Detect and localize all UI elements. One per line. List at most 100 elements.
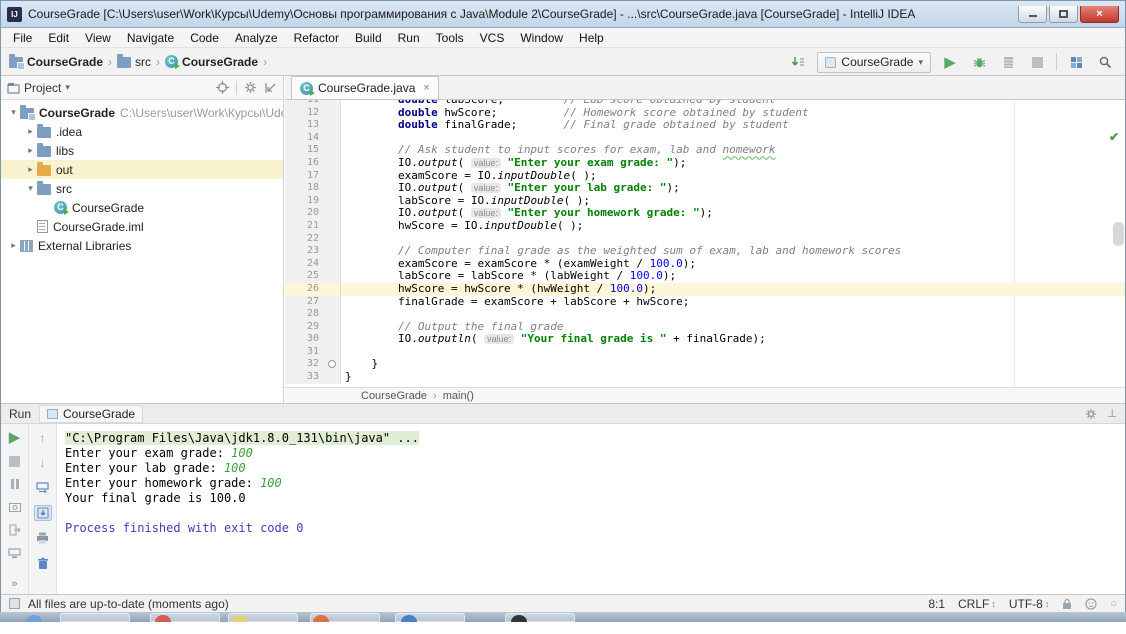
app-icon-red[interactable]: [155, 615, 171, 622]
rerun-button[interactable]: ▶: [6, 430, 24, 445]
inspections-ok-icon[interactable]: ✔: [1109, 130, 1119, 144]
menu-item-tools[interactable]: Tools: [428, 31, 472, 45]
code-token: nomework: [723, 143, 776, 156]
tree-item-src[interactable]: ▾src: [1, 179, 283, 198]
menu-item-build[interactable]: Build: [347, 31, 390, 45]
chevron-collapsed-icon[interactable]: ▸: [24, 145, 37, 156]
down-stack-trace-button[interactable]: ↓: [34, 455, 52, 471]
readonly-toggle-button[interactable]: [1062, 598, 1072, 610]
console-token: Process finished with exit code 0: [65, 521, 303, 535]
scroll-to-end-button[interactable]: [34, 505, 52, 521]
app-icon-blue[interactable]: [401, 615, 417, 622]
menu-item-navigate[interactable]: Navigate: [119, 31, 182, 45]
tree-item-coursegrade[interactable]: CourseGrade: [1, 198, 283, 217]
run-settings-button[interactable]: [1085, 408, 1097, 420]
projects-grid-button[interactable]: [1066, 52, 1086, 72]
detach-console-button[interactable]: [6, 523, 24, 537]
code-line[interactable]: 33}: [285, 371, 1125, 384]
run-configuration-select[interactable]: CourseGrade ▾: [817, 52, 931, 73]
tree-item-libs[interactable]: ▸libs: [1, 141, 283, 160]
tree-item-coursegrade[interactable]: ▾CourseGradeC:\Users\user\Work\Курсы\Ude…: [1, 103, 283, 122]
app-icon-yellow[interactable]: [232, 615, 248, 622]
debug-button[interactable]: [969, 52, 989, 72]
code-text: hwScore = IO.inputDouble( );: [341, 220, 583, 233]
locate-file-button[interactable]: [216, 81, 229, 94]
stop-button[interactable]: [1027, 52, 1047, 72]
editor-breadcrumb-item-coursegrade[interactable]: CourseGrade: [361, 390, 427, 402]
toolwindow-toggle-icon[interactable]: [9, 598, 20, 609]
caret-position-widget[interactable]: 8:1: [928, 597, 945, 611]
app-icon-black[interactable]: [511, 615, 527, 622]
menu-item-code[interactable]: Code: [182, 31, 227, 45]
chevron-expanded-icon[interactable]: ▾: [24, 183, 37, 194]
breadcrumb-item-coursegrade[interactable]: CourseGrade: [165, 55, 258, 69]
run-button[interactable]: ▶: [940, 52, 960, 72]
close-tab-icon[interactable]: ×: [423, 82, 429, 94]
line-ending-widget[interactable]: CRLF↕: [958, 597, 996, 611]
code-line[interactable]: 31: [285, 346, 1125, 359]
highlighting-level-button[interactable]: [1085, 598, 1097, 610]
menu-item-edit[interactable]: Edit: [40, 31, 77, 45]
code-line[interactable]: 27 finalGrade = examScore + labScore + h…: [285, 296, 1125, 309]
coverage-button[interactable]: [998, 52, 1018, 72]
menu-item-vcs[interactable]: VCS: [472, 31, 513, 45]
code-token: "Your final grade is ": [521, 332, 667, 345]
breadcrumb-item-src[interactable]: src: [117, 55, 151, 69]
run-tab[interactable]: CourseGrade: [39, 405, 143, 423]
code-line[interactable]: 21 hwScore = IO.inputDouble( );: [285, 220, 1125, 233]
code-line[interactable]: 13 double finalGrade; // Final grade obt…: [285, 119, 1125, 132]
pause-output-button[interactable]: [6, 477, 24, 491]
menu-item-run[interactable]: Run: [390, 31, 428, 45]
line-number: 27: [285, 296, 325, 309]
editor-scrollbar[interactable]: [1113, 222, 1124, 246]
project-settings-button[interactable]: [244, 81, 257, 94]
chevron-expanded-icon[interactable]: ▾: [7, 107, 20, 118]
app-icon-orange[interactable]: [313, 615, 329, 622]
maximize-button[interactable]: [1049, 6, 1078, 23]
tree-item-coursegrade-iml[interactable]: CourseGrade.iml: [1, 217, 283, 236]
code-line[interactable]: 32 }: [285, 358, 1125, 371]
editor-tab[interactable]: CourseGrade.java ×: [291, 76, 439, 99]
arrow-down-icon: ↓: [40, 456, 46, 470]
project-view-chevron-icon[interactable]: ▾: [65, 82, 70, 93]
chevron-collapsed-icon[interactable]: ▸: [24, 126, 37, 137]
show-console-history-button[interactable]: [6, 546, 24, 560]
tree-item-out[interactable]: ▸out: [1, 160, 283, 179]
code-line[interactable]: 30 IO.outputln( value: "Your final grade…: [285, 333, 1125, 346]
start-orb[interactable]: [26, 615, 42, 622]
taskbar-button[interactable]: [60, 613, 130, 622]
chevron-collapsed-icon[interactable]: ▸: [7, 240, 20, 251]
up-stack-trace-button[interactable]: ↑: [34, 430, 52, 446]
hide-run-panel-button[interactable]: ⊥: [1107, 407, 1117, 420]
code-token: IO.: [345, 332, 418, 345]
background-tasks-icon[interactable]: ○: [1110, 598, 1117, 610]
soft-wrap-button[interactable]: [34, 480, 52, 496]
code-text: double finalGrade; // Final grade obtain…: [341, 119, 789, 132]
print-console-button[interactable]: [34, 530, 52, 546]
chevron-collapsed-icon[interactable]: ▸: [24, 164, 37, 175]
menu-item-help[interactable]: Help: [571, 31, 612, 45]
fold-marker-icon[interactable]: [328, 360, 336, 368]
run-console[interactable]: "C:\Program Files\Java\jdk1.8.0_131\bin\…: [57, 424, 1125, 594]
menu-item-analyze[interactable]: Analyze: [227, 31, 286, 45]
show-options-button[interactable]: »: [11, 578, 17, 590]
hide-project-panel-button[interactable]: [264, 82, 277, 94]
tree-item-external-libraries[interactable]: ▸External Libraries: [1, 236, 283, 255]
breadcrumb-item-coursegrade[interactable]: CourseGrade: [9, 55, 103, 69]
search-everywhere-button[interactable]: [1095, 52, 1115, 72]
minimize-button[interactable]: [1018, 6, 1047, 23]
menu-item-window[interactable]: Window: [512, 31, 571, 45]
menu-item-refactor[interactable]: Refactor: [286, 31, 347, 45]
update-project-button[interactable]: [788, 52, 808, 72]
thread-dump-button[interactable]: [6, 500, 24, 514]
editor-breadcrumb-item-main[interactable]: main(): [443, 390, 474, 402]
windows-taskbar[interactable]: [0, 612, 1126, 622]
encoding-widget[interactable]: UTF-8↕: [1009, 597, 1050, 611]
menu-item-file[interactable]: File: [5, 31, 40, 45]
clear-console-button[interactable]: [34, 555, 52, 571]
stop-process-button[interactable]: [6, 454, 24, 468]
close-button[interactable]: ×: [1080, 6, 1119, 23]
tree-item-idea[interactable]: ▸.idea: [1, 122, 283, 141]
menu-item-view[interactable]: View: [77, 31, 119, 45]
code-editor[interactable]: 11 double labScore; // Lab score obtaine…: [285, 100, 1125, 387]
